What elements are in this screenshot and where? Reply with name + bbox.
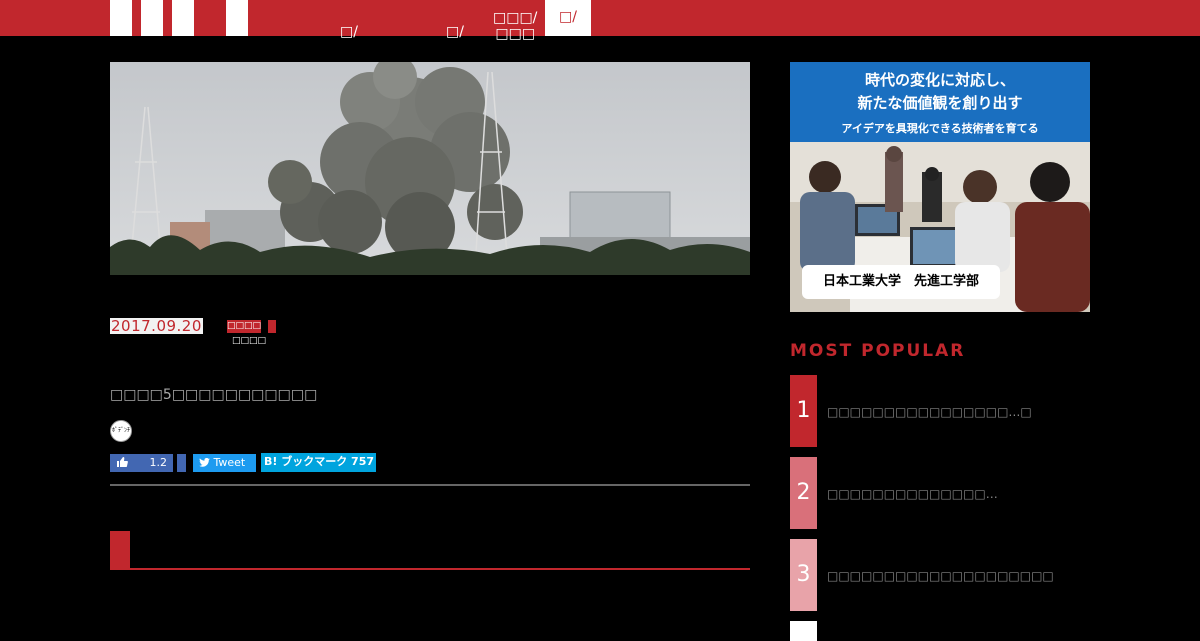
ad-headline-2: 新たな価値観を創り出す [857,94,1023,112]
ad-headline-1: 時代の変化に対応し、 [864,71,1015,89]
category-tag-secondary[interactable] [268,320,276,333]
logo-stripe[interactable] [172,0,194,36]
category-tag[interactable]: □□□□ [227,320,261,333]
hatena-bookmark-button[interactable]: B! ブックマーク 757 [261,453,376,472]
author-avatar[interactable]: ﾎﾟﾃﾞﾝﾁｬ [110,420,132,442]
ad-header: 時代の変化に対応し、 新たな価値観を創り出す アイデアを具現化できる技術者を育て… [790,62,1090,142]
tweet-label: Tweet [213,456,246,469]
sidebar-ad-banner[interactable]: 時代の変化に対応し、 新たな価値観を創り出す アイデアを具現化できる技術者を育て… [790,62,1090,312]
logo-stripe[interactable] [141,0,163,36]
facebook-like-button[interactable]: 1.2 [110,454,173,472]
article-title: □□□□5□□□□□□□□□□□ [110,387,318,403]
rank-badge[interactable]: 3 [790,539,817,611]
hero-image [110,62,750,275]
author-name[interactable]: □□□□ [232,336,266,346]
section-heading-rule [110,568,750,570]
ranking-item-title[interactable]: □□□□□□□□□□□□□□□□□□□□ [827,569,1054,583]
top-nav: □/ □/ □□□/ □□□ □/ [0,0,1200,42]
ad-caption: 日本工業大学 先進工学部 [802,265,1000,299]
tweet-button[interactable]: Tweet [193,454,256,472]
article-date: 2017.09.20 [110,317,203,335]
section-heading-marker [110,531,130,569]
nav-item-active[interactable]: □/ [545,0,591,36]
ad-subline: アイデアを具現化できる技術者を育てる [841,122,1039,135]
nav-item[interactable]: □/ [446,24,464,40]
most-popular-heading: MOST POPULAR [790,341,966,361]
like-count: 1.2 [149,456,168,469]
nav-item[interactable]: □/ [340,24,358,40]
logo-stripe[interactable] [226,0,248,36]
nav-item[interactable]: □□□/ □□□ [493,10,537,42]
rank-badge[interactable]: 2 [790,457,817,529]
rank-badge-next[interactable] [790,621,817,641]
twitter-bird-icon [199,456,214,469]
divider [110,484,750,486]
rank-badge[interactable]: 1 [790,375,817,447]
thumbs-up-icon [116,456,128,471]
ranking-item-title[interactable]: □□□□□□□□□□□□□□□□…□ [827,405,1032,419]
facebook-share-button[interactable] [177,454,186,472]
logo-stripe[interactable] [110,0,132,36]
ranking-item-title[interactable]: □□□□□□□□□□□□□□… [827,487,998,501]
